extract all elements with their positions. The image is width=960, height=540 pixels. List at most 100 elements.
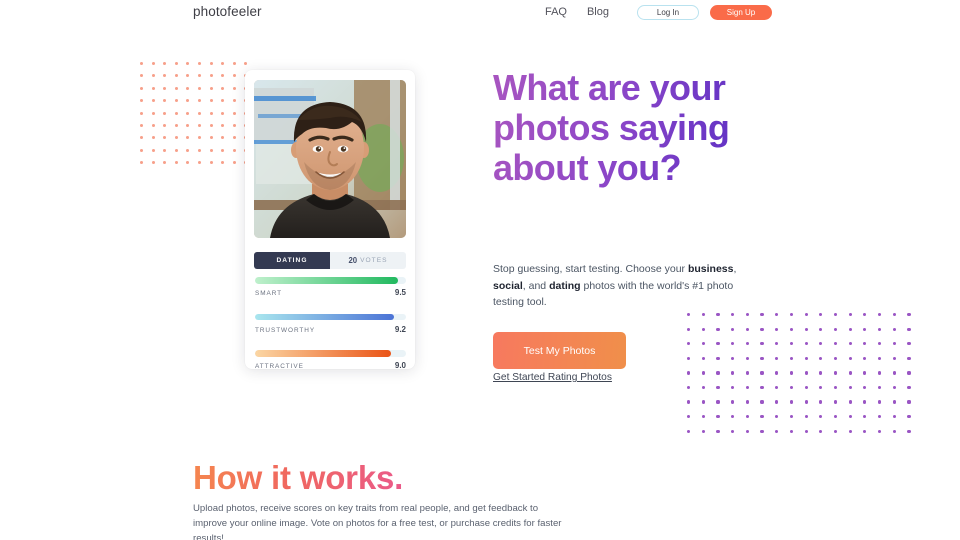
decorative-dot	[731, 385, 735, 390]
decorative-dot	[819, 327, 823, 331]
trait-bar-track	[255, 277, 406, 284]
decorative-dot	[140, 123, 143, 127]
decorative-dot	[848, 415, 852, 419]
tab-dating[interactable]: DATING	[254, 252, 330, 269]
dot-row	[140, 74, 256, 86]
login-button[interactable]: Log In	[637, 4, 699, 20]
trait-row: SMART 9.5	[255, 277, 406, 297]
decorative-dot	[877, 356, 882, 360]
decorative-dot	[151, 74, 155, 78]
hero-subtitle-emphasis: dating	[549, 279, 581, 292]
decorative-dot	[716, 429, 720, 433]
decorative-dot	[731, 415, 735, 419]
nav-link-blog[interactable]: Blog	[577, 0, 619, 24]
decorative-dot	[174, 111, 178, 115]
decorative-dot	[760, 415, 764, 419]
profile-photo	[254, 80, 406, 238]
dot-row	[140, 161, 256, 173]
decorative-dot	[819, 356, 823, 360]
decorative-dot	[877, 385, 882, 390]
decorative-dot	[151, 148, 155, 152]
dot-row	[687, 313, 922, 328]
decorative-dot	[775, 356, 779, 360]
decorative-dot	[221, 148, 225, 152]
decorative-dot	[197, 99, 201, 103]
trait-bar-track	[255, 313, 406, 321]
decorative-dot	[687, 385, 691, 390]
dot-row	[140, 99, 256, 111]
decorative-dot	[819, 313, 823, 317]
decorative-dot	[174, 74, 178, 78]
decorative-dot	[151, 123, 155, 127]
decorative-dot	[209, 99, 213, 103]
decorative-dot	[232, 148, 236, 152]
decorative-dot	[745, 400, 749, 404]
decorative-dot	[197, 148, 201, 152]
decorative-dot	[716, 385, 720, 390]
decorative-dot	[819, 429, 823, 433]
decorative-dot	[731, 342, 735, 346]
how-it-works-body: Upload photos, receive scores on key tra…	[193, 503, 562, 540]
trait-score-list: SMART 9.5 TRUSTWORTHY 9.2 ATTRACTIVE 9.0	[255, 277, 406, 387]
hero-subtitle-emphasis: business	[687, 263, 734, 275]
decorative-dot	[833, 400, 838, 404]
decorative-dot	[877, 342, 882, 346]
decorative-dot	[163, 111, 167, 115]
decorative-dot	[209, 148, 213, 152]
decorative-dot	[186, 123, 190, 127]
trait-meta: ATTRACTIVE 9.0	[255, 361, 406, 370]
decorative-dot	[819, 385, 823, 390]
decorative-dot	[221, 123, 225, 127]
decorative-dot	[775, 429, 779, 433]
test-my-photos-button[interactable]: Test My Photos	[493, 332, 626, 369]
signup-button[interactable]: Sign Up	[710, 4, 772, 20]
hero-subtitle: Stop guessing, start testing. Choose you…	[493, 261, 761, 311]
decorative-dot	[209, 74, 213, 78]
decorative-dot	[221, 74, 225, 78]
decorative-dot	[819, 415, 823, 419]
decorative-dot	[186, 99, 190, 103]
decorative-dot	[789, 342, 793, 346]
decorative-dot	[151, 86, 155, 90]
decorative-dot	[760, 400, 764, 404]
decorative-dot	[151, 62, 155, 65]
decorative-dot	[892, 429, 896, 433]
trait-meta: TRUSTWORTHY 9.2	[255, 325, 406, 334]
decorative-dot	[848, 342, 852, 346]
decorative-dot	[819, 371, 823, 375]
decorative-dot	[140, 62, 143, 65]
decorative-dot	[701, 400, 705, 404]
nav-link-faq[interactable]: FAQ	[535, 0, 577, 24]
page-title: What are your photos saying about you?	[493, 68, 793, 188]
get-started-link[interactable]: Get Started Rating Photos	[493, 372, 612, 383]
decorative-dot	[760, 327, 764, 331]
decorative-dot	[151, 111, 155, 115]
decorative-dot	[789, 327, 793, 331]
votes-label: VOTES	[360, 257, 388, 264]
trait-score: 9.0	[394, 361, 406, 371]
decorative-dot	[789, 371, 793, 375]
decorative-dot	[833, 356, 838, 360]
decorative-dot	[789, 429, 793, 433]
decorative-dot	[789, 415, 793, 419]
decorative-dot	[892, 313, 896, 317]
decorative-dot	[197, 136, 201, 140]
decorative-dot	[221, 99, 225, 103]
decorative-dot	[687, 415, 691, 419]
dot-row	[140, 123, 256, 136]
trait-meta: SMART 9.5	[255, 288, 406, 297]
decorative-dot	[789, 313, 793, 317]
dot-row	[140, 136, 256, 148]
decorative-dot	[907, 371, 911, 375]
decorative-dot	[701, 342, 705, 346]
decorative-dot	[892, 385, 896, 390]
decorative-dot	[731, 371, 735, 375]
trait-score: 9.2	[394, 324, 406, 334]
decorative-dot	[804, 313, 808, 317]
decorative-dot	[186, 161, 190, 165]
decorative-dot	[804, 371, 808, 375]
site-logo[interactable]: photofeeler	[193, 4, 262, 19]
hero-subtitle-text: ,	[733, 263, 737, 275]
decorative-dot	[863, 400, 867, 404]
decorative-dot	[775, 400, 779, 404]
